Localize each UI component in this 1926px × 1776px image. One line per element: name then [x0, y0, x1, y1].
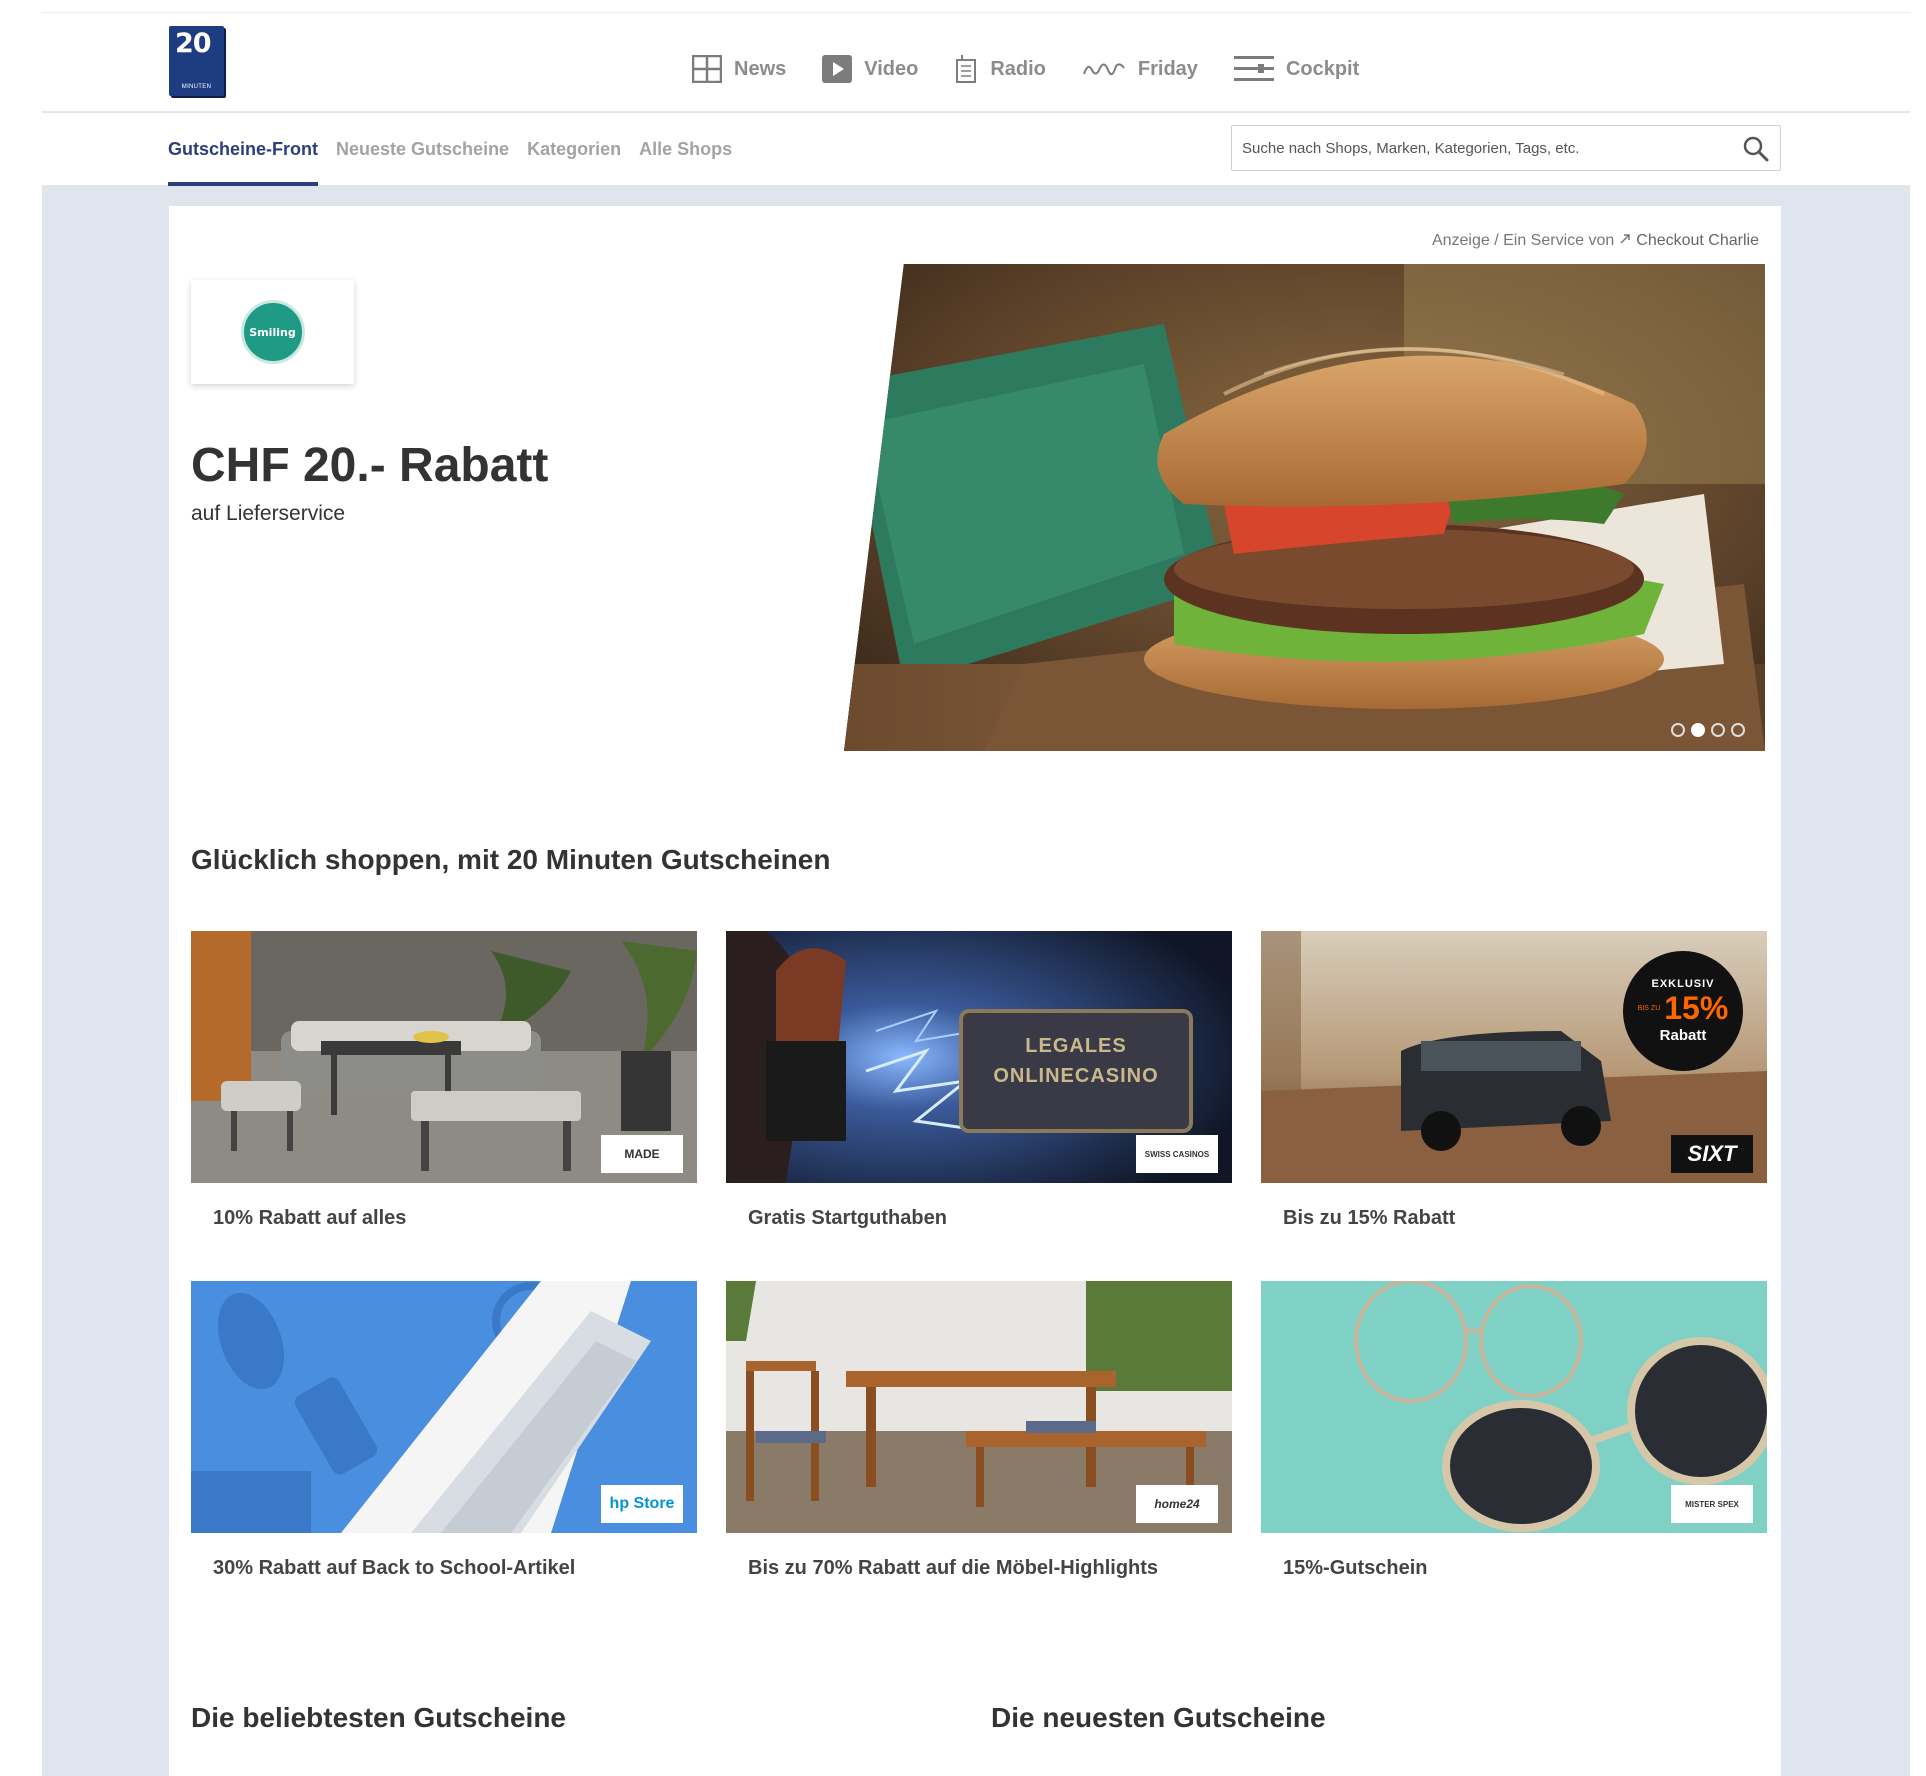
- tab-alle-shops[interactable]: Alle Shops: [639, 113, 732, 186]
- swiss-casinos-logo: SWISS CASINOS: [1136, 1135, 1218, 1173]
- carousel-dot[interactable]: [1731, 723, 1745, 737]
- tab-kategorien[interactable]: Kategorien: [527, 113, 621, 186]
- shop-badge: Smiling: [240, 300, 305, 364]
- newest-vouchers-title: Die neuesten Gutscheine: [991, 1702, 1326, 1733]
- voucher-tile-home24[interactable]: home24 Bis zu 70% Rabatt auf die Möbel-H…: [726, 1281, 1232, 1580]
- logo-subtext: MINUTEN: [181, 84, 212, 90]
- main-nav: News Video Radio Friday Cockpit: [692, 49, 1359, 89]
- main-content: Anzeige / Ein Service von Checkout Charl…: [169, 206, 1781, 1776]
- carousel-dots: [1671, 723, 1745, 737]
- search-input[interactable]: [1242, 126, 1722, 170]
- hero-subtitle: auf Lieferservice: [191, 502, 346, 525]
- menu-icon: [1233, 54, 1274, 84]
- exclusive-badge: EXKLUSIV BIS ZU 15% Rabatt: [1623, 951, 1743, 1071]
- voucher-nav: Gutscheine-Front Neueste Gutscheine Kate…: [168, 113, 732, 186]
- tile-label[interactable]: Bis zu 70% Rabatt auf die Möbel-Highligh…: [726, 1557, 1232, 1580]
- voucher-tile-mister-spex[interactable]: MISTER SPEX 15%-Gutschein: [1261, 1281, 1767, 1580]
- mister-spex-logo: MISTER SPEX: [1671, 1485, 1753, 1523]
- sponsor-brand-link[interactable]: Checkout Charlie: [1636, 232, 1759, 250]
- hero-title[interactable]: CHF 20.- Rabatt: [191, 438, 548, 493]
- popular-vouchers-title: Die beliebtesten Gutscheine: [191, 1702, 566, 1733]
- tile-image: home24: [726, 1281, 1232, 1533]
- tile-label[interactable]: 30% Rabatt auf Back to School-Artikel: [191, 1557, 697, 1580]
- nav-radio-label: Radio: [990, 57, 1046, 80]
- badge-middle: BIS ZU 15%: [1638, 990, 1729, 1027]
- tile-label[interactable]: Gratis Startguthaben: [726, 1207, 1232, 1230]
- tile-image: hp Store: [191, 1281, 697, 1533]
- burger-illustration: [844, 264, 1765, 751]
- tile-label[interactable]: 10% Rabatt auf alles: [191, 1207, 697, 1230]
- tab-gutscheine-front[interactable]: Gutscheine-Front: [168, 113, 319, 186]
- tile-label[interactable]: Bis zu 15% Rabatt: [1261, 1207, 1767, 1230]
- carousel-dot-active[interactable]: [1691, 723, 1705, 737]
- badge-bottom: Rabatt: [1659, 1027, 1707, 1044]
- tile-image: LEGALES ONLINECASINO SWISS CASINOS: [726, 931, 1232, 1183]
- grid-icon: [692, 55, 722, 83]
- voucher-tile-made[interactable]: MADE 10% Rabatt auf alles: [191, 931, 697, 1230]
- voucher-tile-sixt[interactable]: EXKLUSIV BIS ZU 15% Rabatt SIXT Bis zu 1…: [1261, 931, 1767, 1230]
- hp-store-logo: hp Store: [601, 1485, 683, 1523]
- external-link-icon: [1619, 232, 1631, 250]
- sponsor-note: Anzeige / Ein Service von Checkout Charl…: [1432, 232, 1759, 250]
- tile-image: EXKLUSIV BIS ZU 15% Rabatt SIXT: [1261, 931, 1767, 1183]
- search-box: [1231, 125, 1781, 171]
- nav-friday-label: Friday: [1137, 57, 1198, 80]
- badge-top: EXKLUSIV: [1651, 978, 1715, 990]
- home24-logo: home24: [1136, 1485, 1218, 1523]
- top-header: 20 MINUTEN News Video Radio Friday Cockp…: [42, 12, 1910, 112]
- nav-cockpit[interactable]: Cockpit: [1233, 54, 1360, 84]
- nav-news-label: News: [734, 57, 787, 80]
- carousel-dot[interactable]: [1711, 723, 1725, 737]
- nav-news[interactable]: News: [692, 55, 786, 83]
- radio-icon: [954, 54, 978, 84]
- sub-header: Gutscheine-Front Neueste Gutscheine Kate…: [42, 113, 1910, 186]
- search-icon[interactable]: [1742, 135, 1770, 163]
- tile-image: MISTER SPEX: [1261, 1281, 1767, 1533]
- sixt-logo: SIXT: [1671, 1135, 1753, 1173]
- logo-number: 20: [175, 28, 212, 59]
- nav-video[interactable]: Video: [822, 55, 918, 83]
- section-title: Glücklich shoppen, mit 20 Minuten Gutsch…: [191, 844, 831, 875]
- made-logo: MADE: [601, 1135, 683, 1173]
- nav-video-label: Video: [864, 57, 919, 80]
- tile-label[interactable]: 15%-Gutschein: [1261, 1557, 1767, 1580]
- play-icon: [822, 55, 853, 83]
- tab-neueste-gutscheine[interactable]: Neueste Gutscheine: [336, 113, 509, 186]
- nav-friday[interactable]: Friday: [1082, 58, 1198, 81]
- sponsor-prefix: Anzeige / Ein Service von: [1431, 232, 1615, 249]
- friday-icon: [1082, 58, 1126, 80]
- nav-cockpit-label: Cockpit: [1285, 57, 1360, 80]
- voucher-tile-casino[interactable]: LEGALES ONLINECASINO SWISS CASINOS Grati…: [726, 931, 1232, 1230]
- casino-overlay-text: LEGALES ONLINECASINO: [993, 1035, 1159, 1087]
- hero-shop-logo[interactable]: Smiling: [191, 280, 354, 384]
- badge-prefix: BIS ZU: [1637, 1005, 1661, 1012]
- tile-image: MADE: [191, 931, 697, 1183]
- site-logo[interactable]: 20 MINUTEN: [169, 26, 224, 96]
- voucher-tile-hp[interactable]: hp Store 30% Rabatt auf Back to School-A…: [191, 1281, 697, 1580]
- badge-value: 15%: [1664, 990, 1729, 1026]
- hero-burger-image[interactable]: [844, 264, 1765, 751]
- carousel-dot[interactable]: [1671, 723, 1685, 737]
- nav-radio[interactable]: Radio: [954, 54, 1046, 84]
